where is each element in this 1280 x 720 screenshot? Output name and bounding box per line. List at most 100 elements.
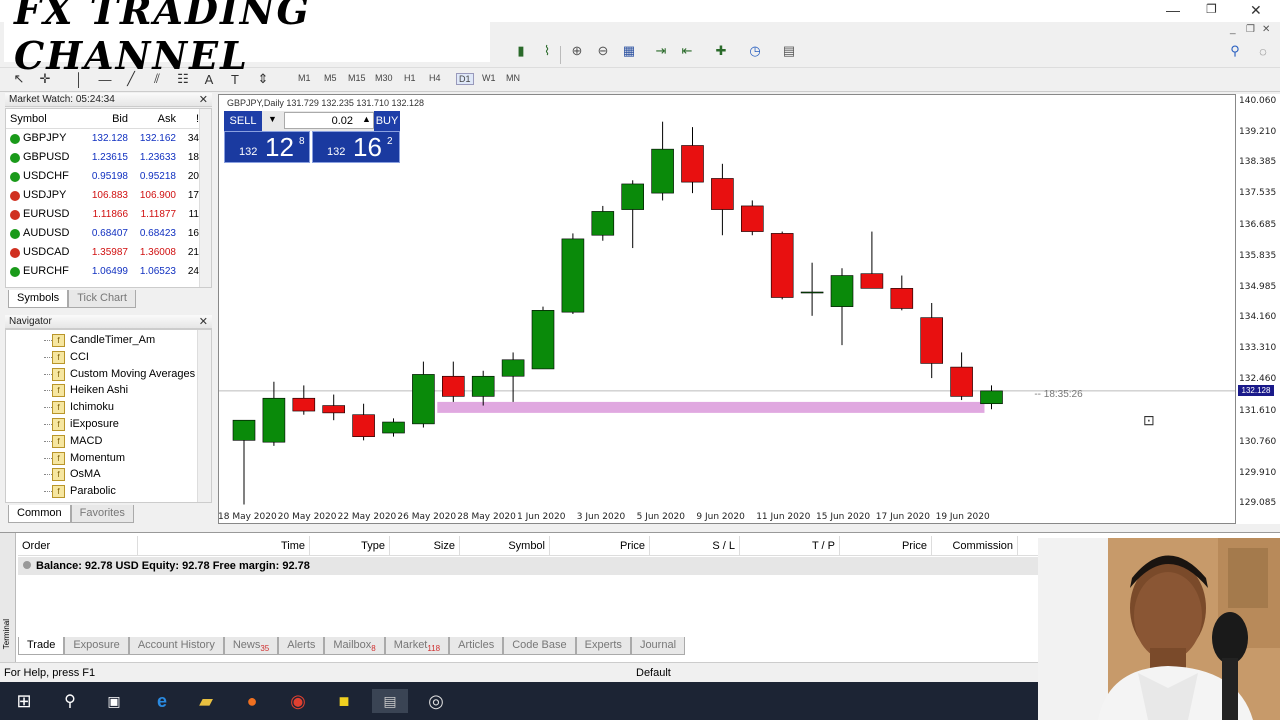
buy-button-label[interactable]: BUY [374,111,400,131]
recorder-icon[interactable]: ◎ [424,689,448,713]
autoscroll-icon[interactable]: ⇤ [678,42,696,60]
bullish-candle[interactable] [621,183,645,210]
sticky-notes-icon[interactable]: ■ [332,689,356,713]
navigator-item[interactable]: f CCI [6,349,211,366]
bullish-candle[interactable] [471,375,495,397]
zoom-in-icon[interactable]: ⊕ [568,42,586,60]
bearish-candle[interactable] [681,145,704,183]
terminal-tab[interactable]: Mailbox8 [324,637,385,655]
market-watch-row[interactable]: USDCAD 1.35987 1.36008 21 [6,243,211,262]
navigator-scrollbar[interactable] [197,330,211,502]
bullish-candle[interactable] [800,291,824,294]
bearish-candle[interactable] [292,397,316,412]
navigator-item[interactable]: f Ichimoku [6,399,211,416]
templates-icon[interactable]: ▤ [780,42,798,60]
windows-start-icon[interactable]: ⊞ [12,689,36,713]
chrome-icon[interactable]: ◉ [286,689,310,713]
bullish-candle[interactable] [501,359,525,377]
tab-common[interactable]: Common [8,505,71,523]
column-commission[interactable]: Commission [932,536,1018,555]
column-order[interactable]: Order [18,536,138,555]
chart-shift-icon[interactable]: ⇥ [652,42,670,60]
navigator-item[interactable]: f Momentum [6,450,211,467]
terminal-tab[interactable]: Alerts [278,637,325,655]
column-size[interactable]: Size [390,536,460,555]
task-view-icon[interactable]: ▣ [102,689,126,713]
bullish-candle[interactable] [591,211,615,236]
tab-tick-chart[interactable]: Tick Chart [68,290,136,308]
periods-icon[interactable]: ◷ [746,42,764,60]
column-spread[interactable]: ! [179,109,201,128]
terminal-tab[interactable]: Journal [630,637,686,655]
terminal-tab[interactable]: News35 [223,637,279,655]
market-watch-row[interactable]: USDJPY 106.883 106.900 17 [6,186,211,205]
bearish-candle[interactable] [920,317,944,364]
column-sl[interactable]: S / L [650,536,740,555]
bearish-candle[interactable] [860,273,884,289]
lot-size-input[interactable]: 0.02 [284,112,374,129]
bullish-candle[interactable] [232,419,256,441]
navigator-item[interactable]: f OsMA [6,466,211,483]
market-watch-row[interactable]: USDCHF 0.95198 0.95218 20 [6,167,211,186]
lot-up-icon[interactable]: ▲ [362,114,371,124]
terminal-tab[interactable]: Exposure [64,637,129,655]
bearish-candle[interactable] [352,414,375,437]
terminal-tab[interactable]: Account History [128,637,224,655]
search-icon[interactable]: ⚲ [1226,42,1244,60]
tile-windows-icon[interactable]: ▦ [620,42,638,60]
market-watch-row[interactable]: EURUSD 1.11866 1.11877 11 [6,205,211,224]
bearish-candle[interactable] [890,288,914,309]
column-type[interactable]: Type [310,536,390,555]
bullish-candle[interactable] [561,238,585,313]
file-explorer-icon[interactable]: ▰ [194,689,218,713]
terminal-tab[interactable]: Articles [449,637,504,655]
column-price[interactable]: Price [550,536,650,555]
edge-icon[interactable]: e [150,689,174,713]
column-ask[interactable]: Ask [131,109,179,128]
bearish-candle[interactable] [711,178,734,210]
search-icon[interactable]: ⚲ [58,689,82,713]
bullish-candle[interactable] [651,148,674,194]
minimize-icon[interactable]: — [1166,2,1180,18]
terminal-tab[interactable]: Experts [575,637,631,655]
column-symbol[interactable]: Symbol [460,536,550,555]
zoom-out-icon[interactable]: ⊖ [594,42,612,60]
bullish-candle[interactable] [830,275,854,307]
market-watch-scrollbar[interactable] [199,109,211,287]
line-chart-icon[interactable]: ⌇ [538,42,556,60]
tab-favorites[interactable]: Favorites [70,505,134,523]
indicators-icon[interactable]: ✚ [712,42,730,60]
buy-price-box[interactable]: 132 16 2 [312,131,400,163]
bearish-candle[interactable] [770,233,794,298]
navigator-item[interactable]: f MACD [6,433,211,450]
bearish-candle[interactable] [950,366,973,397]
timeframe-mn[interactable]: MN [506,73,520,83]
chat-icon[interactable]: ◌ [1254,42,1272,60]
terminal-tab[interactable]: Code Base [503,637,576,655]
mdi-minimize-icon[interactable]: _ [1230,24,1236,35]
mdi-close-icon[interactable]: ✕ [1262,24,1270,35]
sell-price-box[interactable]: 132 12 8 [224,131,310,163]
market-watch-row[interactable]: AUDUSD 0.68407 0.68423 16 [6,224,211,243]
navigator-item[interactable]: f Custom Moving Averages [6,366,211,383]
column-current-price[interactable]: Price [840,536,932,555]
lot-down-icon[interactable]: ▼ [268,114,277,124]
terminal-tab[interactable]: Trade [18,637,65,655]
market-watch-row[interactable]: GBPJPY 132.128 132.162 34 [6,129,211,148]
tab-symbols[interactable]: Symbols [8,290,69,308]
bullish-candle[interactable] [262,397,286,443]
terminal-tab[interactable]: Market118 [384,637,450,655]
close-icon[interactable]: ✕ [199,315,208,329]
bar-chart-icon[interactable]: ▮ [512,42,530,60]
metatrader-icon[interactable]: ▤ [372,689,408,713]
sell-button[interactable]: SELL [224,111,262,131]
column-bid[interactable]: Bid [76,109,131,128]
firefox-icon[interactable]: ● [240,689,264,713]
bearish-candle[interactable] [442,375,465,397]
bullish-candle[interactable] [382,421,405,434]
market-watch-row[interactable]: EURCHF 1.06499 1.06523 24 [6,262,211,281]
navigator-item[interactable]: f Parabolic [6,483,211,500]
bearish-candle[interactable] [740,205,764,232]
column-symbol[interactable]: Symbol [6,109,76,128]
market-watch-row[interactable]: GBPUSD 1.23615 1.23633 18 [6,148,211,167]
